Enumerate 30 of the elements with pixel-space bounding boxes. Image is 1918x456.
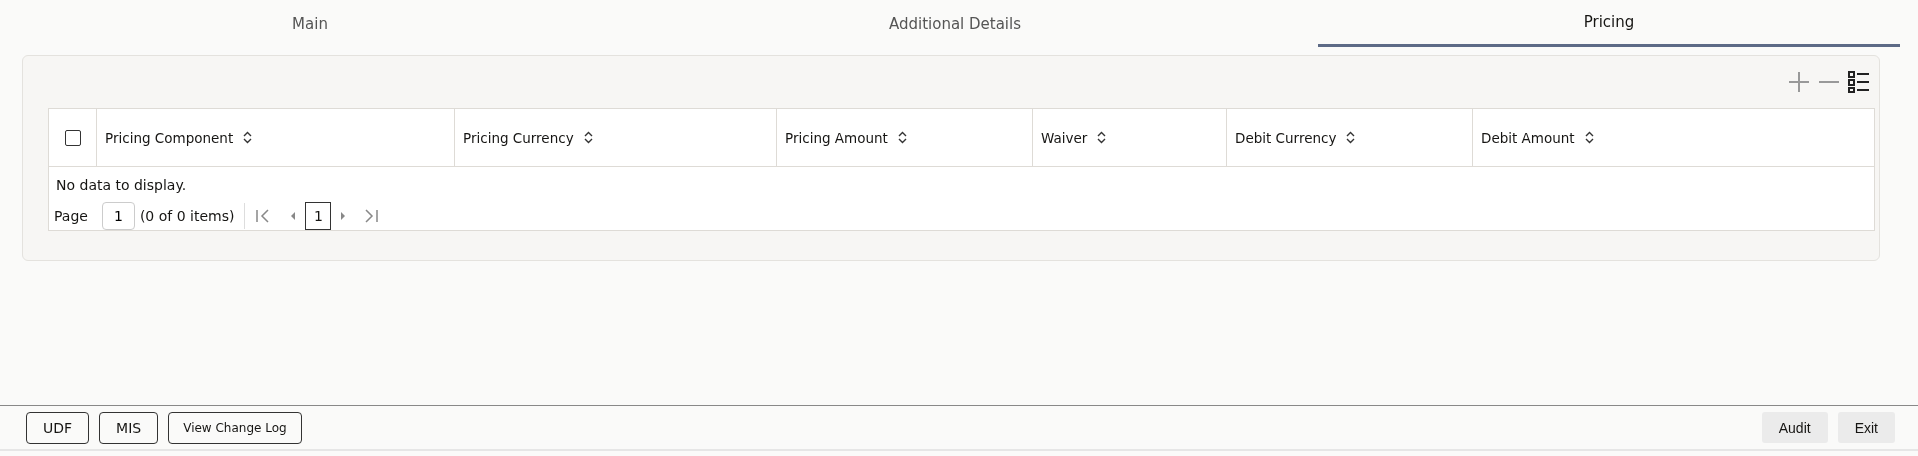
footer-button[interactable]: Audit: [1761, 412, 1828, 443]
column-list-icon[interactable]: [1847, 70, 1871, 94]
column-header[interactable]: Pricing Component: [97, 109, 455, 166]
sort-icon[interactable]: [1346, 131, 1356, 144]
sort-icon[interactable]: [897, 131, 907, 144]
sort-icon[interactable]: [243, 131, 253, 144]
sort-icon[interactable]: [1097, 131, 1107, 144]
first-page-icon[interactable]: [255, 208, 272, 224]
add-icon[interactable]: [1787, 70, 1811, 94]
column-header[interactable]: Pricing Amount: [777, 109, 1033, 166]
column-header[interactable]: Pricing Currency: [455, 109, 777, 166]
last-page-icon[interactable]: [363, 208, 380, 224]
page-label: Page: [54, 208, 88, 224]
tab[interactable]: Main: [0, 0, 620, 47]
select-all-checkbox[interactable]: [64, 129, 81, 146]
footer-button[interactable]: UDF: [26, 411, 90, 444]
current-page[interactable]: 1: [305, 202, 332, 230]
column-header[interactable]: Debit Currency: [1227, 109, 1473, 166]
item-count: (0 of 0 items): [139, 208, 235, 224]
column-header[interactable]: Waiver: [1033, 109, 1227, 166]
sort-icon[interactable]: [1584, 131, 1594, 144]
empty-message: No data to display.: [55, 176, 187, 193]
sort-icon[interactable]: [583, 131, 593, 144]
footer-button[interactable]: Exit: [1837, 412, 1895, 443]
page-input[interactable]: 1: [101, 202, 135, 230]
column-header[interactable]: Debit Amount: [1473, 109, 1765, 166]
tab[interactable]: Additional Details: [620, 0, 1290, 47]
footer-button[interactable]: MIS: [99, 411, 159, 444]
tab[interactable]: Pricing: [1318, 0, 1900, 47]
footer-button[interactable]: View Change Log: [168, 411, 302, 444]
